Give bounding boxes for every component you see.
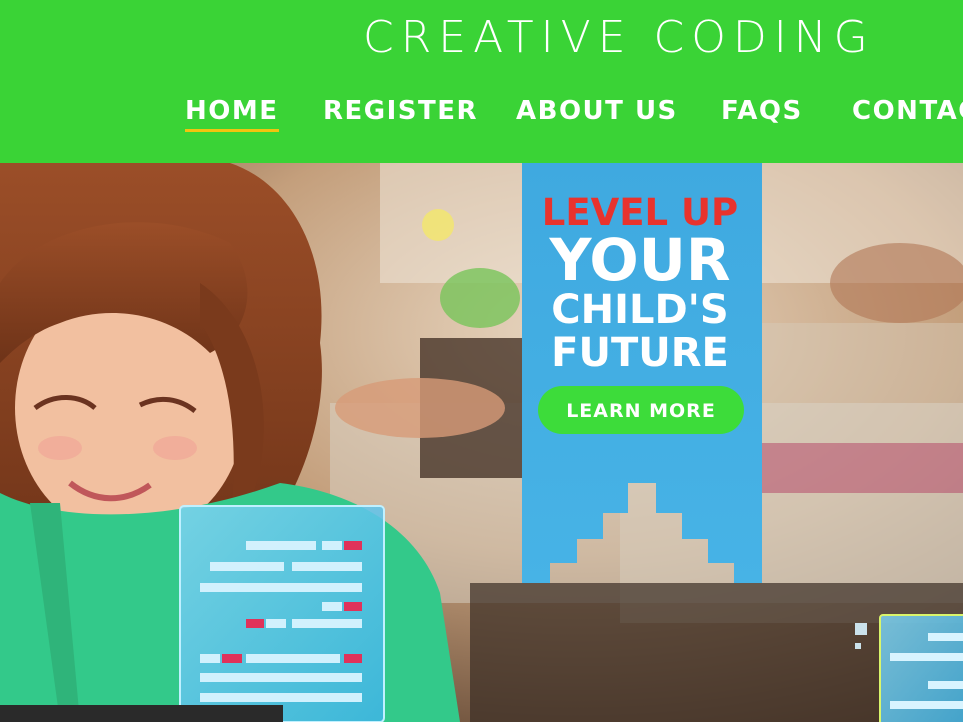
nav-faqs[interactable]: FAQS — [721, 96, 803, 126]
nav-contact[interactable]: CONTAC — [852, 96, 963, 126]
banner-line-childs: CHILD'S — [551, 287, 728, 333]
nav-home[interactable]: HOME — [185, 96, 279, 132]
nav-about-us[interactable]: ABOUT US — [516, 96, 678, 126]
site-header: CREATIVE CODING HOME REGISTER ABOUT US F… — [0, 0, 963, 163]
site-title[interactable]: CREATIVE CODING — [363, 12, 875, 63]
banner-line-future: FUTURE — [551, 330, 729, 376]
hero-photo: LEVEL UP YOUR CHILD'S FUTURE LEARN MORE — [0, 163, 963, 722]
nav-register[interactable]: REGISTER — [323, 96, 478, 126]
banner-line-your: YOUR — [549, 226, 731, 294]
learn-more-label: LEARN MORE — [566, 400, 716, 422]
learn-more-button[interactable]: LEARN MORE — [538, 386, 744, 434]
hero-section: LEVEL UP YOUR CHILD'S FUTURE LEARN MORE — [0, 163, 963, 722]
